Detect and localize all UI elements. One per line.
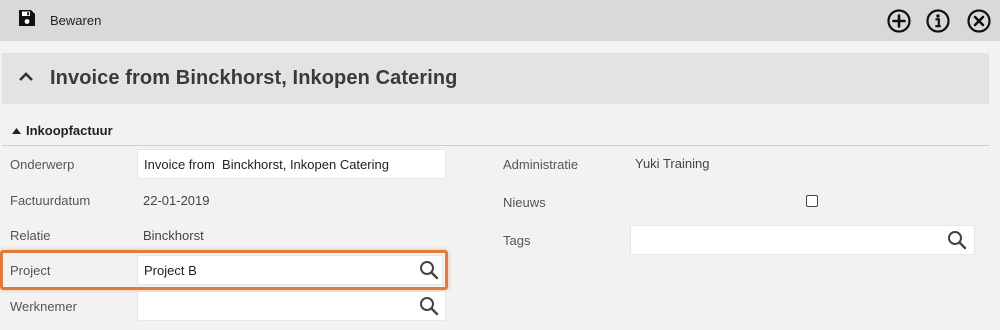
onderwerp-field[interactable]: Invoice from Binckhorst, Inkopen Caterin… [137, 149, 446, 179]
add-circle-icon[interactable] [886, 8, 912, 34]
onderwerp-label: Onderwerp [10, 157, 75, 172]
administratie-label: Administratie [503, 157, 579, 172]
nieuws-checkbox[interactable] [806, 195, 818, 207]
save-icon [18, 9, 36, 32]
project-label: Project [10, 263, 51, 278]
toolbar: Bewaren [0, 0, 1000, 41]
record-title-bar: Invoice from Binckhorst, Inkopen Caterin… [2, 53, 989, 104]
relatie-label: Relatie [10, 228, 51, 243]
project-field[interactable]: Project B [137, 255, 443, 285]
onderwerp-value: Invoice from Binckhorst, Inkopen Caterin… [144, 156, 389, 172]
section-title: Inkoopfactuur [26, 122, 113, 138]
close-circle-icon[interactable] [966, 8, 992, 34]
section-toggle-inkoopfactuur[interactable]: Inkoopfactuur [12, 121, 113, 139]
project-search-icon[interactable] [419, 260, 439, 280]
caret-up-icon [12, 121, 26, 139]
tags-search-icon[interactable] [947, 230, 967, 250]
tags-label: Tags [503, 233, 531, 248]
nieuws-label: Nieuws [503, 195, 546, 210]
section-divider [2, 145, 989, 146]
save-button[interactable]: Bewaren [18, 9, 101, 31]
werknemer-label: Werknemer [10, 299, 77, 314]
factuurdatum-label: Factuurdatum [10, 193, 91, 208]
save-button-label: Bewaren [50, 12, 102, 28]
relatie-value: Binckhorst [143, 228, 204, 243]
factuurdatum-value: 22-01-2019 [143, 193, 210, 208]
werknemer-field[interactable] [137, 291, 446, 321]
chevron-up-icon[interactable] [18, 70, 34, 84]
info-circle-icon[interactable] [925, 8, 951, 34]
werknemer-search-icon[interactable] [419, 296, 439, 316]
tags-field[interactable] [630, 225, 975, 255]
administratie-value: Yuki Training [635, 156, 710, 171]
project-value: Project B [144, 262, 197, 278]
page-title: Invoice from Binckhorst, Inkopen Caterin… [50, 67, 458, 89]
